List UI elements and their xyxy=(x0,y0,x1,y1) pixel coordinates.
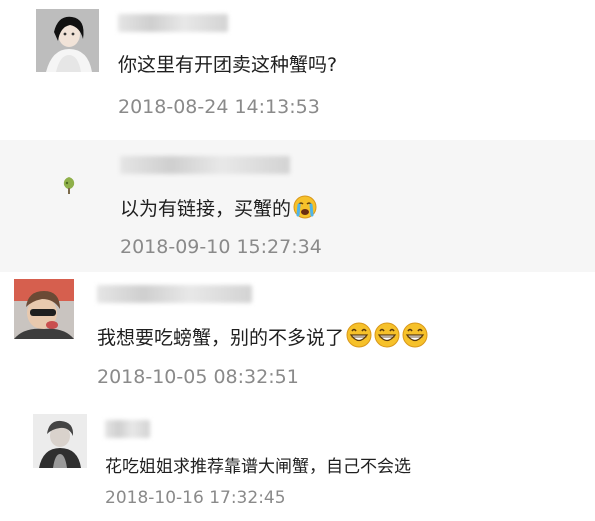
comment-text: 我想要吃螃蟹，别的不多说了 xyxy=(97,322,428,353)
comment-timestamp: 2018-09-10 15:27:34 xyxy=(120,236,322,258)
username-blurred[interactable] xyxy=(118,14,228,32)
avatar-photo xyxy=(14,279,74,339)
comment-text: 你这里有开团卖这种蟹吗? xyxy=(118,54,338,76)
avatar[interactable] xyxy=(14,279,74,339)
username-blurred[interactable] xyxy=(105,420,150,438)
comment-timestamp: 2018-10-05 08:32:51 xyxy=(97,366,299,388)
avatar-photo xyxy=(36,9,99,72)
comment-item: 你这里有开团卖这种蟹吗? 2018-08-24 14:13:53 xyxy=(0,0,595,140)
comment-text-body: 以为有链接，买蟹的 xyxy=(120,198,292,220)
crying-emoji-icon xyxy=(293,195,317,224)
comment-timestamp: 2018-10-16 17:32:45 xyxy=(105,488,286,508)
username-blurred[interactable] xyxy=(120,156,290,174)
avatar-photo xyxy=(58,174,80,196)
grinning-emoji-icon xyxy=(402,322,428,353)
comment-text: 花吃姐姐求推荐靠谱大闸蟹，自己不会选 xyxy=(105,457,411,477)
grinning-emoji-icon xyxy=(374,322,400,353)
avatar[interactable] xyxy=(36,9,99,72)
avatar[interactable] xyxy=(58,174,80,196)
comment-item: 花吃姐姐求推荐靠谱大闸蟹，自己不会选 2018-10-16 17:32:45 xyxy=(0,402,595,521)
grinning-emoji-icon xyxy=(346,322,372,353)
username-blurred[interactable] xyxy=(97,285,252,303)
comment-timestamp: 2018-08-24 14:13:53 xyxy=(118,96,320,118)
avatar-photo xyxy=(33,414,87,468)
comment-item: 我想要吃螃蟹，别的不多说了 2018-10-05 08:32:51 xyxy=(0,272,595,402)
avatar[interactable] xyxy=(33,414,87,468)
comment-text: 以为有链接，买蟹的 xyxy=(120,194,317,224)
comment-item: 以为有链接，买蟹的 2018-09-10 15:27:34 xyxy=(0,140,595,272)
comment-text-body: 我想要吃螃蟹，别的不多说了 xyxy=(97,327,345,349)
